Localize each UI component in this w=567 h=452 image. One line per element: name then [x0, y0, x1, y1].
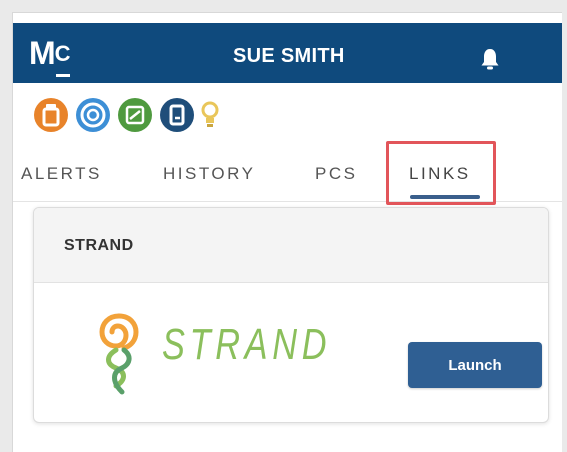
tab-history[interactable]: HISTORY — [163, 164, 255, 184]
active-tab-indicator — [410, 195, 480, 199]
green-app-icon[interactable] — [117, 97, 153, 133]
bell-icon[interactable] — [479, 47, 501, 71]
tab-alerts[interactable]: ALERTS — [21, 164, 102, 184]
launch-button[interactable]: Launch — [408, 342, 542, 388]
app-header: MC SUE SMITH — [13, 23, 562, 83]
strand-logo-icon — [99, 313, 139, 395]
app-window: MC SUE SMITH ALERTS HISTORY PCS LINKS ST… — [12, 12, 562, 452]
card-title: STRAND — [64, 237, 134, 254]
tab-pcs[interactable]: PCS — [315, 164, 357, 184]
strand-link-card: STRAND STRAND Launch — [33, 207, 549, 423]
card-header: STRAND — [34, 208, 548, 283]
logo-letter: M — [29, 35, 56, 71]
orange-app-icon[interactable] — [33, 97, 69, 133]
tab-links[interactable]: LINKS — [409, 164, 471, 184]
logo-subscript: C — [55, 38, 71, 77]
strand-wordmark: STRAND — [162, 320, 332, 369]
tab-bar: ALERTS HISTORY PCS LINKS — [13, 161, 562, 202]
lightbulb-icon[interactable] — [199, 97, 221, 133]
navy-app-icon[interactable] — [159, 97, 195, 133]
app-logo[interactable]: MC — [29, 35, 71, 77]
blue-app-icon[interactable] — [75, 97, 111, 133]
patient-name: SUE SMITH — [233, 45, 345, 67]
